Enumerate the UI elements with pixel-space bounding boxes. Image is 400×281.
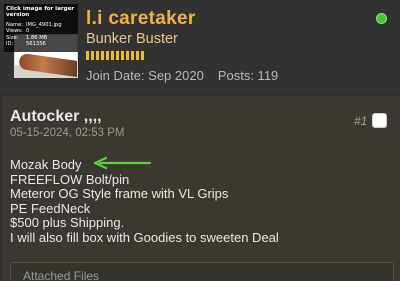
join-date: Join Date: Sep 2020 (86, 68, 204, 83)
post-body: Mozak Body FREEFLOW Bolt/pin Meteror OG … (10, 157, 279, 246)
post-line: Meteror OG Style frame with VL Grips (10, 186, 229, 202)
post-count: Posts: 119 (217, 68, 279, 83)
image-tooltip: Click image for larger version Name: IMG… (4, 4, 78, 52)
reputation-pip (116, 51, 119, 60)
reputation-bar (86, 51, 144, 60)
reputation-pip (96, 51, 99, 60)
post-line: PE FeedNeck (10, 200, 91, 216)
tooltip-title: Click image for larger version (6, 6, 75, 19)
post-line: FREEFLOW Bolt/pin (10, 171, 130, 187)
tooltip-value: 561356 (26, 41, 46, 48)
username-link[interactable]: l.i caretaker (86, 8, 196, 30)
reputation-pip (86, 51, 89, 60)
tooltip-key: ID: (6, 41, 14, 48)
reputation-pip (111, 51, 114, 60)
reputation-pip (126, 51, 129, 60)
post-date: 05-15-2024, 02:53 PM (10, 127, 125, 139)
forum-post-page: Click image for larger version Name: IMG… (0, 0, 400, 281)
reputation-pip (106, 51, 109, 60)
user-card: Click image for larger version Name: IMG… (0, 0, 400, 92)
post-select-checkbox[interactable] (372, 113, 387, 128)
reputation-pip (131, 51, 134, 60)
user-meta: Join Date: Sep 2020 Posts: 119 (86, 68, 278, 83)
user-title: Bunker Buster (86, 31, 178, 47)
tooltip-row: ID: 561356 (6, 41, 76, 47)
arrow-left-icon (93, 157, 152, 169)
reputation-pip (91, 51, 94, 60)
post-line: I will also fill box with Goodies to swe… (10, 229, 279, 245)
online-status-icon (376, 13, 387, 24)
reputation-pip (101, 51, 104, 60)
reputation-pip (136, 51, 139, 60)
post-title: Autocker ,,,, (10, 108, 102, 125)
attached-files-box[interactable]: Attached Files (10, 262, 394, 281)
reputation-pip (121, 51, 124, 60)
avatar[interactable]: Click image for larger version Name: IMG… (4, 4, 78, 82)
post-line: $500 plus Shipping. (10, 215, 125, 231)
post-number-link[interactable]: #1 (354, 114, 367, 128)
post-container: Autocker ,,,, 05-15-2024, 02:53 PM #1 Mo… (2, 96, 400, 281)
attached-files-label: Attached Files (23, 269, 100, 281)
reputation-pip (141, 51, 144, 60)
tooltip-value: IMG_4901.jpg (26, 21, 62, 28)
